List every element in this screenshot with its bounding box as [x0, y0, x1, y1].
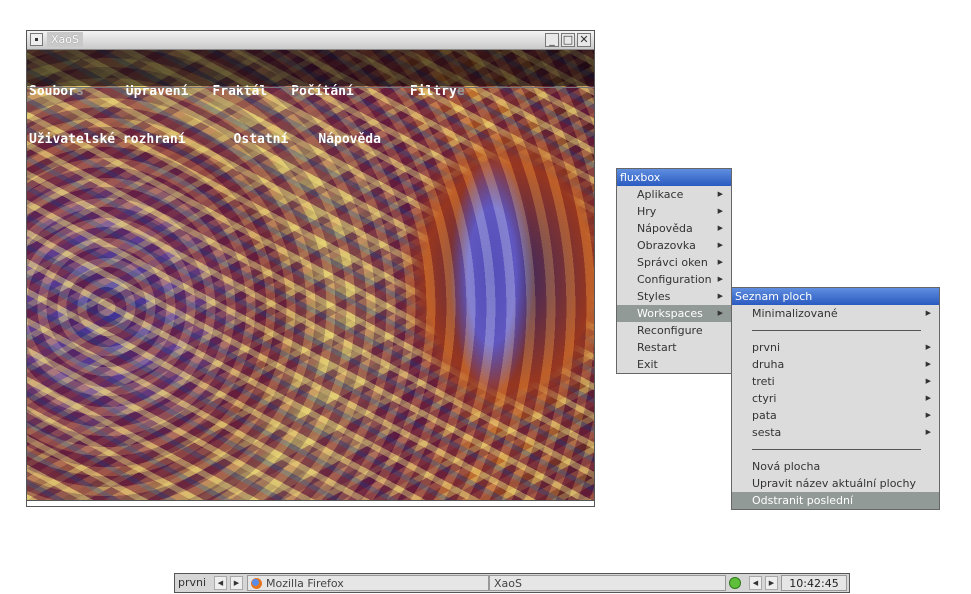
close-button[interactable]: ✕	[577, 33, 591, 47]
submenu-arrow-icon: ▶	[717, 207, 723, 215]
menu-item-label: ctyri	[752, 392, 777, 405]
menu-separator	[732, 441, 939, 458]
menu-separator	[732, 322, 939, 339]
next-window-button[interactable]: ▶	[765, 576, 778, 590]
menu-item-label: Configuration	[637, 273, 712, 286]
submenu-arrow-icon: ▶	[717, 275, 723, 283]
root-menu-item[interactable]: Hry ▶	[617, 203, 731, 220]
root-menu-item[interactable]: Restart	[617, 339, 731, 356]
root-menu-item[interactable]: Obrazovka ▶	[617, 237, 731, 254]
menu-item-label: Správci oken	[637, 256, 708, 269]
root-menu-item[interactable]: Nápověda ▶	[617, 220, 731, 237]
menu-item-label: Restart	[637, 341, 677, 354]
menu-item-label: Minimalizované	[752, 307, 838, 320]
root-menu-item[interactable]: Aplikace ▶	[617, 186, 731, 203]
workspace-name[interactable]: prvni	[178, 575, 206, 591]
root-menu-item[interactable]: Reconfigure	[617, 322, 731, 339]
submenu-arrow-icon: ▶	[925, 377, 931, 385]
root-menu-item[interactable]: Configuration ▶	[617, 271, 731, 288]
menu-item-label: Reconfigure	[637, 324, 703, 337]
workspaces-menu-item[interactable]: Nová plocha	[732, 458, 939, 475]
workspaces-menu: Seznam ploch Minimalizované ▶ prvni ▶ druha ▶…	[731, 287, 940, 510]
submenu-arrow-icon: ▶	[925, 428, 931, 436]
maximize-button[interactable]: □	[561, 33, 575, 47]
submenu-arrow-icon: ▶	[925, 360, 931, 368]
menu-ostatni[interactable]: Ostatní	[234, 132, 289, 147]
root-menu-item[interactable]: Styles ▶	[617, 288, 731, 305]
task-firefox[interactable]: Mozilla Firefox	[247, 575, 489, 591]
menu-item-label: prvni	[752, 341, 781, 354]
xaos-menubar: Soubors Upravení Fraktál Počítání Filtrye Už…	[29, 52, 489, 180]
next-workspace-button[interactable]: ▶	[230, 576, 243, 590]
menu-item-label: sesta	[752, 426, 782, 439]
xaos-window[interactable]: XaoS _ □ ✕ Soubors Upravení Fraktál Počítán…	[26, 30, 595, 507]
menu-item-label: Nápověda	[637, 222, 693, 235]
taskbar: prvni ◀ ▶ Mozilla Firefox XaoS ◀ ▶ 10:42…	[174, 573, 850, 593]
menu-item-label: pata	[752, 409, 777, 422]
menu-item-label: Nová plocha	[752, 460, 821, 473]
workspaces-menu-item[interactable]: sesta ▶	[732, 424, 939, 441]
workspaces-menu-item[interactable]: Odstranit poslední	[732, 492, 939, 509]
menu-item-label: Exit	[637, 358, 658, 371]
workspaces-menu-item[interactable]: druha ▶	[732, 356, 939, 373]
task-label: Mozilla Firefox	[266, 577, 344, 590]
firefox-icon	[251, 578, 262, 589]
menu-item-label: Workspaces	[637, 307, 703, 320]
root-menu-item[interactable]: Exit	[617, 356, 731, 373]
submenu-arrow-icon: ▶	[717, 292, 723, 300]
submenu-arrow-icon: ▶	[717, 190, 723, 198]
task-xaos[interactable]: XaoS	[489, 575, 726, 591]
window-titlebar[interactable]: XaoS _ □ ✕	[27, 31, 594, 50]
root-menu-title: fluxbox	[617, 169, 731, 186]
prev-workspace-button[interactable]: ◀	[214, 576, 227, 590]
submenu-arrow-icon: ▶	[717, 258, 723, 266]
fluxbox-root-menu: fluxbox Aplikace ▶ Hry ▶ Nápověda ▶ Obrazovka ▶…	[616, 168, 732, 374]
workspaces-menu-item[interactable]: treti ▶	[732, 373, 939, 390]
menu-item-label: Hry	[637, 205, 657, 218]
submenu-arrow-icon: ▶	[717, 224, 723, 232]
workspaces-menu-item[interactable]: prvni ▶	[732, 339, 939, 356]
prev-window-button[interactable]: ◀	[749, 576, 762, 590]
menu-napoveda[interactable]: Nápověda	[318, 132, 381, 147]
menu-item-label: druha	[752, 358, 785, 371]
systray-icon[interactable]	[729, 577, 741, 589]
submenu-arrow-icon: ▶	[717, 309, 723, 317]
submenu-arrow-icon: ▶	[925, 343, 931, 351]
minimize-button[interactable]: _	[545, 33, 559, 47]
clock: 10:42:45	[781, 575, 847, 591]
submenu-arrow-icon: ▶	[925, 309, 931, 317]
window-menu-icon[interactable]	[30, 33, 43, 46]
workspaces-menu-item[interactable]: ctyri ▶	[732, 390, 939, 407]
workspaces-menu-item[interactable]: pata ▶	[732, 407, 939, 424]
workspaces-menu-title: Seznam ploch	[732, 288, 939, 305]
window-title: XaoS	[47, 32, 83, 47]
menu-item-label: Upravit název aktuální plochy	[752, 477, 916, 490]
submenu-arrow-icon: ▶	[925, 411, 931, 419]
submenu-arrow-icon: ▶	[717, 241, 723, 249]
menu-uzivatelske-rozhrani[interactable]: Uživatelské rozhraní	[29, 132, 186, 147]
workspaces-menu-item[interactable]: Upravit název aktuální plochy	[732, 475, 939, 492]
root-menu-item[interactable]: Workspaces ▶	[617, 305, 731, 322]
workspaces-menu-item[interactable]: Minimalizované ▶	[732, 305, 939, 322]
submenu-arrow-icon: ▶	[925, 394, 931, 402]
menu-item-label: Aplikace	[637, 188, 684, 201]
menu-item-label: Styles	[637, 290, 671, 303]
task-label: XaoS	[494, 577, 522, 590]
menu-item-label: treti	[752, 375, 775, 388]
window-handle[interactable]	[27, 500, 594, 506]
menu-item-label: Obrazovka	[637, 239, 696, 252]
root-menu-item[interactable]: Správci oken ▶	[617, 254, 731, 271]
menu-item-label: Odstranit poslední	[752, 494, 854, 507]
